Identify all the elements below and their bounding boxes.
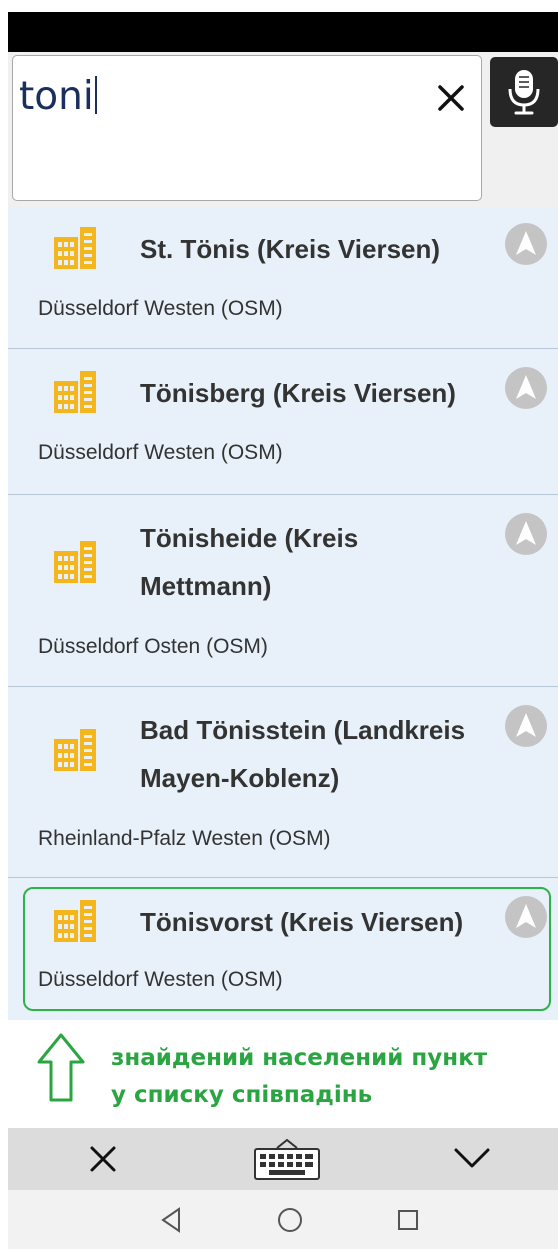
chevron-down-icon[interactable] [452,1142,492,1174]
keyboard-toolbar [8,1128,558,1190]
navigate-arrow-icon[interactable] [503,365,549,411]
navigate-arrow-icon[interactable] [503,511,549,557]
annotation-text: знайдений населений пункт у списку співп… [111,1040,487,1114]
microphone-icon [508,70,540,115]
system-navigation-bar [8,1190,558,1249]
result-item[interactable]: Tönisheide (Kreis Mettmann) Düsseldorf O… [8,494,558,686]
home-icon[interactable] [276,1206,304,1234]
result-item[interactable]: Tönisberg (Kreis Viersen) Düsseldorf Wes… [8,348,558,494]
building-icon [54,729,96,771]
close-icon[interactable] [84,1140,122,1178]
result-title: Bad Tönisstein (Landkreis Mayen-Koblenz) [140,715,466,793]
result-subtitle: Düsseldorf Westen (OSM) [38,297,283,320]
text-caret [94,76,97,114]
match-highlight-frame [23,887,551,1011]
clear-search-button[interactable] [431,78,471,118]
annotation-callout: знайдений населений пункт у списку співп… [8,1020,558,1128]
result-subtitle: Düsseldorf Westen (OSM) [38,441,283,464]
result-subtitle: Rheinland-Pfalz Westen (OSM) [38,827,331,850]
result-subtitle: Düsseldorf Osten (OSM) [38,635,268,658]
search-header: toni [8,52,558,207]
building-icon [54,371,96,413]
annotation-line-1: знайдений населений пункт [111,1045,488,1071]
building-icon [54,541,96,583]
result-item[interactable]: St. Tönis (Kreis Viersen) Düsseldorf Wes… [8,207,558,348]
voice-input-button[interactable] [490,57,558,127]
result-title: Tönisheide (Kreis Mettmann) [140,523,359,601]
up-arrow-icon [37,1033,85,1102]
annotation-line-2: у списку співпадінь [111,1082,373,1108]
building-icon [54,227,96,269]
back-icon[interactable] [158,1206,184,1234]
result-item[interactable]: Bad Tönisstein (Landkreis Mayen-Koblenz)… [8,686,558,877]
keyboard-icon[interactable] [251,1136,323,1182]
search-input[interactable]: toni [12,55,482,201]
recents-icon[interactable] [396,1208,420,1232]
navigate-arrow-icon[interactable] [503,703,549,749]
search-query-text: toni [19,74,94,119]
status-bar [8,12,558,52]
close-icon [438,85,464,111]
navigate-arrow-icon[interactable] [503,221,549,267]
result-title: St. Tönis (Kreis Viersen) [140,234,441,264]
result-title: Tönisberg (Kreis Viersen) [140,378,456,408]
